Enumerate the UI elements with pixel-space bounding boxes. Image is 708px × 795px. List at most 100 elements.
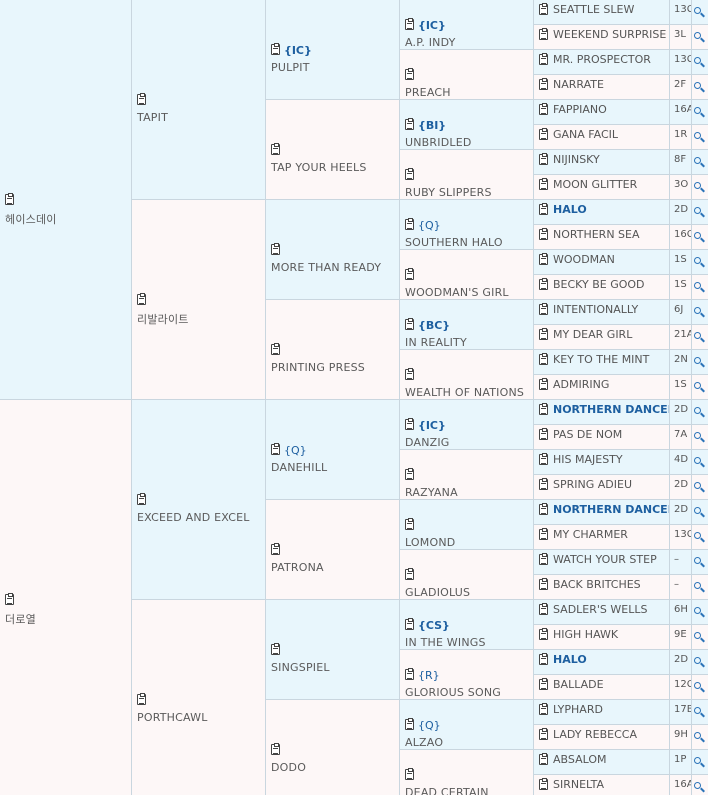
clipboard-icon[interactable] [539, 378, 548, 390]
zoom-button[interactable] [692, 550, 708, 575]
horse-name[interactable]: EXCEED AND EXCEL [137, 511, 250, 524]
clipboard-icon[interactable] [539, 503, 548, 515]
horse-name[interactable]: MY CHARMER [553, 528, 628, 541]
clipboard-icon[interactable] [539, 128, 548, 140]
ancestor-cell-gen5[interactable]: MOON GLITTER [534, 175, 670, 200]
zoom-button[interactable] [692, 200, 708, 225]
ancestor-cell-gen3[interactable]: {IC} PULPIT [266, 0, 400, 100]
clipboard-icon[interactable] [539, 303, 548, 315]
zoom-button[interactable] [692, 50, 708, 75]
horse-name[interactable]: PULPIT [271, 61, 312, 74]
horse-name[interactable]: A.P. INDY [405, 36, 456, 49]
zoom-button[interactable] [692, 175, 708, 200]
ancestor-cell-gen4[interactable]: LOMOND [400, 500, 534, 550]
ancestor-cell-gen3[interactable]: TAP YOUR HEELS [266, 100, 400, 200]
clipboard-icon[interactable] [539, 453, 548, 465]
horse-name[interactable]: LADY REBECCA [553, 728, 637, 741]
horse-name[interactable]: GLADIOLUS [405, 586, 470, 599]
clipboard-icon[interactable] [137, 292, 146, 305]
horse-name[interactable]: PAS DE NOM [553, 428, 622, 441]
zoom-button[interactable] [692, 400, 708, 425]
clipboard-icon[interactable] [405, 267, 414, 280]
clipboard-icon[interactable] [539, 753, 548, 765]
ancestor-cell-gen3[interactable]: PATRONA [266, 500, 400, 600]
clipboard-icon[interactable] [405, 667, 414, 680]
ancestor-cell-gen5[interactable]: LYPHARD [534, 700, 670, 725]
horse-name[interactable]: BACK BRITCHES [553, 578, 641, 591]
clipboard-icon[interactable] [271, 342, 280, 355]
horse-name[interactable]: MR. PROSPECTOR [553, 53, 651, 66]
ancestor-cell-gen5[interactable]: NORTHERN DANCER [534, 400, 670, 425]
horse-name[interactable]: 리발라이트 [137, 311, 189, 327]
clipboard-icon[interactable] [271, 542, 280, 555]
ancestor-cell-gen5[interactable]: HALO [534, 650, 670, 675]
ancestor-cell-gen4[interactable]: {Q} SOUTHERN HALO [400, 200, 534, 250]
clipboard-icon[interactable] [5, 592, 14, 605]
ancestor-cell-gen4[interactable]: {CS} IN THE WINGS [400, 600, 534, 650]
horse-name[interactable]: SOUTHERN HALO [405, 236, 503, 249]
clipboard-icon[interactable] [539, 3, 548, 15]
zoom-button[interactable] [692, 575, 708, 600]
clipboard-icon[interactable] [539, 28, 548, 40]
ancestor-cell-gen2[interactable]: TAPIT [132, 0, 266, 200]
clipboard-icon[interactable] [271, 42, 280, 55]
horse-name[interactable]: WATCH YOUR STEP [553, 553, 657, 566]
ancestor-cell-gen4[interactable]: WOODMAN'S GIRL [400, 250, 534, 300]
clipboard-icon[interactable] [539, 253, 548, 265]
clipboard-icon[interactable] [539, 778, 548, 790]
zoom-button[interactable] [692, 475, 708, 500]
ancestor-cell-gen5[interactable]: INTENTIONALLY [534, 300, 670, 325]
clipboard-icon[interactable] [539, 653, 548, 665]
zoom-button[interactable] [692, 125, 708, 150]
ancestor-cell-gen5[interactable]: SIRNELTA [534, 775, 670, 795]
clipboard-icon[interactable] [405, 717, 414, 730]
zoom-button[interactable] [692, 25, 708, 50]
zoom-button[interactable] [692, 100, 708, 125]
ancestor-cell-gen4[interactable]: RUBY SLIPPERS [400, 150, 534, 200]
horse-name[interactable]: WEALTH OF NATIONS [405, 386, 524, 399]
ancestor-cell-gen5[interactable]: BECKY BE GOOD [534, 275, 670, 300]
horse-name[interactable]: IN THE WINGS [405, 636, 486, 649]
clipboard-icon[interactable] [405, 417, 414, 430]
horse-name[interactable]: HALO [553, 203, 587, 216]
horse-name[interactable]: MORE THAN READY [271, 261, 381, 274]
ancestor-cell-gen5[interactable]: WEEKEND SURPRISE [534, 25, 670, 50]
ancestor-cell-gen5[interactable]: SADLER'S WELLS [534, 600, 670, 625]
zoom-button[interactable] [692, 225, 708, 250]
ancestor-cell-gen5[interactable]: SPRING ADIEU [534, 475, 670, 500]
ancestor-cell-gen4[interactable]: PREACH [400, 50, 534, 100]
clipboard-icon[interactable] [539, 403, 548, 415]
clipboard-icon[interactable] [405, 467, 414, 480]
ancestor-cell-gen5[interactable]: GANA FACIL [534, 125, 670, 150]
ancestor-cell-gen5[interactable]: WOODMAN [534, 250, 670, 275]
clipboard-icon[interactable] [539, 178, 548, 190]
clipboard-icon[interactable] [405, 17, 414, 30]
horse-name[interactable]: WOODMAN [553, 253, 615, 266]
horse-name[interactable]: BALLADE [553, 678, 604, 691]
horse-name[interactable]: NORTHERN SEA [553, 228, 640, 241]
clipboard-icon[interactable] [271, 142, 280, 155]
horse-name[interactable]: FAPPIANO [553, 103, 607, 116]
horse-name[interactable]: PREACH [405, 86, 451, 99]
horse-name[interactable]: HIS MAJESTY [553, 453, 623, 466]
ancestor-cell-gen5[interactable]: HIGH HAWK [534, 625, 670, 650]
zoom-button[interactable] [692, 525, 708, 550]
zoom-button[interactable] [692, 150, 708, 175]
clipboard-icon[interactable] [539, 228, 548, 240]
clipboard-icon[interactable] [539, 553, 548, 565]
clipboard-icon[interactable] [539, 628, 548, 640]
clipboard-icon[interactable] [405, 567, 414, 580]
ancestor-cell-gen5[interactable]: FAPPIANO [534, 100, 670, 125]
horse-name[interactable]: TAP YOUR HEELS [271, 161, 367, 174]
horse-name[interactable]: SPRING ADIEU [553, 478, 632, 491]
clipboard-icon[interactable] [539, 53, 548, 65]
zoom-button[interactable] [692, 0, 708, 25]
horse-name[interactable]: WEEKEND SURPRISE [553, 28, 666, 41]
ancestor-cell-gen3[interactable]: SINGSPIEL [266, 600, 400, 700]
horse-name[interactable]: INTENTIONALLY [553, 303, 638, 316]
ancestor-cell-gen4[interactable]: GLADIOLUS [400, 550, 534, 600]
ancestor-cell-gen5[interactable]: MR. PROSPECTOR [534, 50, 670, 75]
horse-name[interactable]: MY DEAR GIRL [553, 328, 632, 341]
clipboard-icon[interactable] [405, 367, 414, 380]
clipboard-icon[interactable] [539, 353, 548, 365]
